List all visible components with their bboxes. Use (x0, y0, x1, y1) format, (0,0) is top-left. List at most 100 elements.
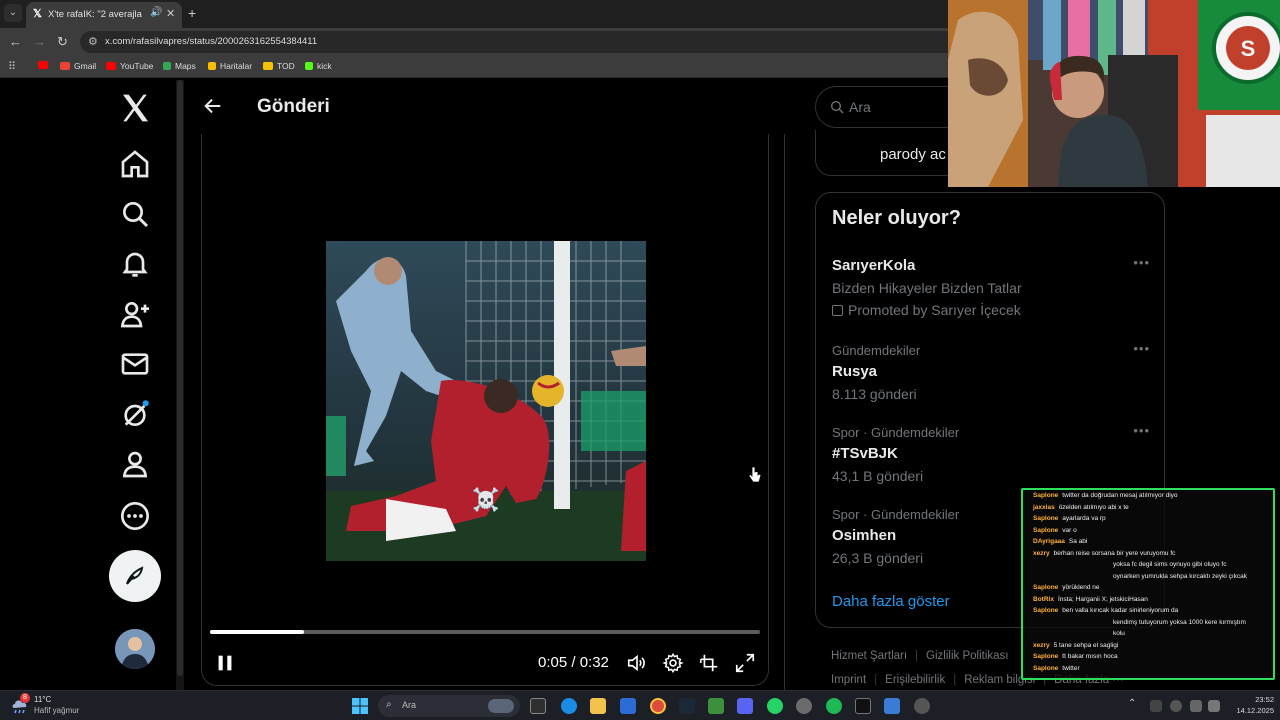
store-icon[interactable] (620, 698, 636, 714)
footer-accessibility-link[interactable]: Erişilebilirlik (885, 674, 945, 686)
chrome-icon[interactable] (650, 698, 666, 714)
home-icon[interactable] (119, 148, 151, 180)
trend-name: SarıyerKola (832, 257, 916, 274)
bookmark-youtube[interactable]: YouTube (106, 61, 153, 71)
trend-count: 8.113 gönderi (832, 386, 917, 402)
chat-message: yoksa fc degil sims oynuyo gibi oluyo fc (1113, 561, 1226, 569)
tray-app-icon[interactable] (1150, 700, 1162, 712)
trend-item[interactable]: Gündemdekiler Rusya 8.113 gönderi ••• (832, 341, 1150, 405)
chat-message: Saplone yörüklend ne (1033, 584, 1100, 592)
bookmark-label: Gmail (74, 61, 97, 71)
chat-text: özelden atılmıyo abi x te (1058, 503, 1129, 511)
bookmark-gmail[interactable]: Gmail (60, 61, 96, 71)
bookmark-youtube-shortcut[interactable] (38, 61, 48, 69)
chat-username: Saplone (1033, 607, 1059, 614)
chat-username: DAyrigaaa (1033, 538, 1065, 545)
chat-text: kendimş tutuyorum yoksa 1000 kere kırmış… (1113, 618, 1246, 626)
notifications-bell-icon[interactable] (119, 248, 151, 280)
apps-grid-icon[interactable]: ⠿ (8, 60, 16, 73)
close-tab-icon[interactable]: ✕ (166, 7, 175, 20)
app-icon[interactable] (855, 698, 871, 714)
page-title: Gönderi (257, 96, 330, 117)
scrollbar-thumb[interactable] (177, 80, 183, 676)
volume-icon[interactable] (626, 652, 648, 674)
chat-message: xezry 5 tane sehpa el sagligi (1033, 642, 1118, 650)
bookmark-haritalar[interactable]: Haritalar (208, 61, 252, 71)
fullscreen-icon[interactable] (734, 652, 756, 674)
site-info-icon[interactable]: ⚙ (88, 35, 98, 48)
windows-start-icon[interactable] (352, 698, 368, 714)
chat-username: BotRix (1033, 595, 1054, 603)
speaker-icon[interactable]: 🔊 (150, 7, 162, 18)
chat-text: twitter (1062, 664, 1080, 672)
trend-more-icon[interactable]: ••• (1133, 255, 1150, 270)
follow-people-icon[interactable] (119, 298, 151, 330)
picture-in-picture-icon[interactable] (698, 652, 720, 674)
weather-desc: Hafif yağmur (34, 706, 80, 715)
video-progress-bar[interactable] (210, 630, 760, 634)
bookmark-tod[interactable]: TOD (263, 61, 295, 71)
account-avatar[interactable] (115, 629, 155, 669)
browser-tab-active[interactable]: 𝕏 X'te rafaIK: "2 averajla öne 🔊 ✕ (26, 2, 182, 28)
footer-terms-link[interactable]: Hizmet Şartları (831, 650, 907, 662)
tray-mic-icon[interactable] (1170, 700, 1182, 712)
clock-date[interactable]: 14.12.2025 (1224, 706, 1274, 715)
grok-icon[interactable] (119, 398, 151, 430)
reload-icon[interactable]: ↻ (57, 34, 68, 50)
discord-icon[interactable] (737, 698, 753, 714)
tab-search-dropdown-icon[interactable]: ⌄ (4, 4, 22, 22)
minecraft-icon[interactable] (708, 698, 724, 714)
explore-search-icon[interactable] (119, 198, 151, 230)
compose-post-button[interactable] (109, 550, 161, 602)
footer-privacy-link[interactable]: Gizlilik Politikası (926, 650, 1008, 662)
settings-gear-icon[interactable] (662, 652, 684, 674)
x-favicon-icon: 𝕏 (33, 8, 42, 20)
search-highlight-icon (488, 699, 514, 713)
trend-more-icon[interactable]: ••• (1133, 341, 1150, 356)
forward-icon[interactable]: → (33, 34, 46, 49)
bookmark-maps[interactable]: Maps (163, 61, 196, 71)
hand-cursor-icon (748, 466, 762, 483)
notepad-icon[interactable] (884, 698, 900, 714)
trend-more-icon[interactable]: ••• (1133, 423, 1150, 438)
steam-icon[interactable] (679, 698, 695, 714)
show-more-link[interactable]: Daha fazla göster (832, 593, 950, 610)
tod-icon (263, 62, 273, 70)
video-player[interactable]: ☠️ 0:05 / 0:32 (201, 134, 769, 686)
taskbar-search-icon: ⌕ (386, 699, 392, 710)
windows-taskbar: 8 11°C Hafif yağmur ⌕ Ara ⌃ 23:52 14.12.… (0, 690, 1280, 720)
chat-message: DAyrigaaa Sa abi (1033, 538, 1087, 546)
pause-icon[interactable] (214, 652, 236, 674)
back-arrow-icon[interactable] (202, 95, 224, 117)
task-view-icon[interactable] (530, 698, 546, 714)
chat-username: xezry (1033, 549, 1050, 557)
edge-icon[interactable] (561, 698, 577, 714)
trend-category: Spor · Gündemdekiler (832, 425, 960, 440)
tray-chevron-icon[interactable]: ⌃ (1128, 698, 1136, 709)
chat-text: yörüklend ne (1062, 584, 1100, 591)
trend-item[interactable]: Spor · Gündemdekiler #TSvBJK 43,1 B gönd… (832, 423, 1150, 487)
previous-card-text: parody ac (880, 146, 946, 163)
page-scrollbar[interactable] (176, 80, 184, 690)
bookmark-kick[interactable]: kick (305, 61, 332, 71)
messages-mail-icon[interactable] (119, 348, 151, 380)
taskbar-search[interactable]: ⌕ Ara (378, 695, 520, 717)
video-frame[interactable]: ☠️ (326, 241, 646, 561)
whatsapp-icon[interactable] (767, 698, 783, 714)
clock-time[interactable]: 23:52 (1234, 695, 1274, 704)
file-explorer-icon[interactable] (590, 698, 606, 714)
app2-icon[interactable] (914, 698, 930, 714)
settings-icon[interactable] (796, 698, 812, 714)
back-icon[interactable]: ← (9, 34, 22, 49)
more-options-icon[interactable] (119, 500, 151, 532)
tray-volume-icon[interactable] (1208, 700, 1220, 712)
profile-icon[interactable] (119, 448, 151, 480)
spotify-icon[interactable] (826, 698, 842, 714)
x-logo-icon[interactable] (119, 92, 151, 124)
tray-network-icon[interactable] (1190, 700, 1202, 712)
trend-item-promoted[interactable]: SarıyerKola Bizden Hikayeler Bizden Tatl… (832, 255, 1150, 321)
address-bar[interactable]: ⚙ x.com/rafasilvapres/status/20002631625… (80, 31, 960, 53)
new-tab-icon[interactable]: + (188, 5, 196, 21)
chat-text: oynarken yumrukla sehpa kırcaktı zeyki ç… (1113, 572, 1248, 580)
footer-imprint-link[interactable]: Imprint (831, 674, 866, 686)
